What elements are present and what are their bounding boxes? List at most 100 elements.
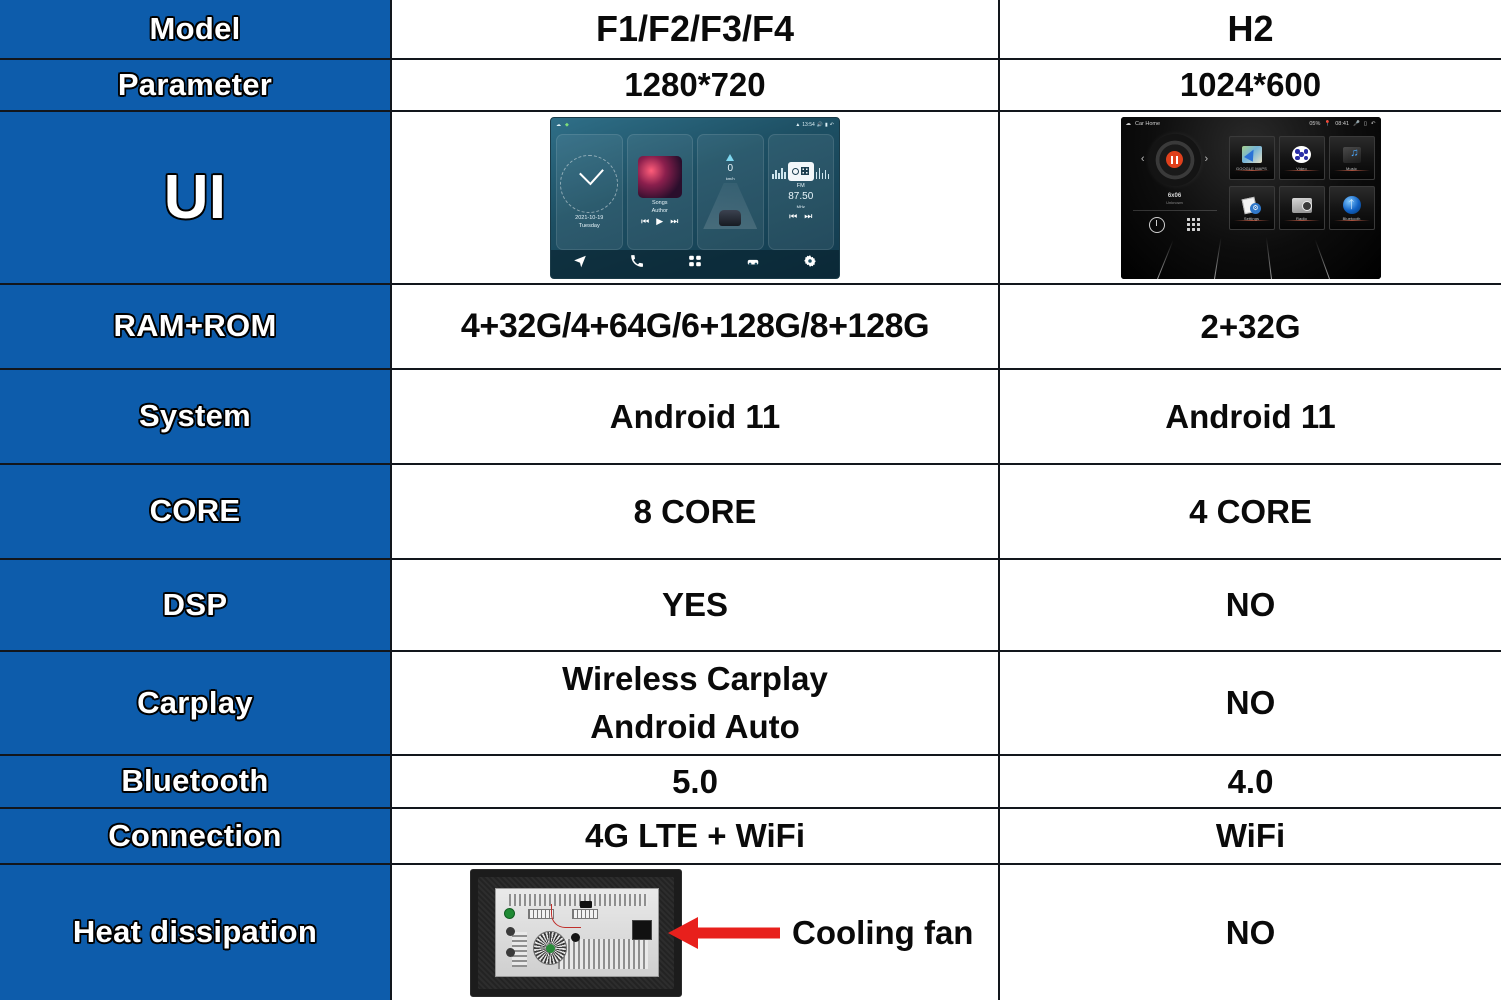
cell-carplay-f-series: Wireless Carplay Android Auto	[392, 652, 1000, 754]
row-label-ui: UI	[0, 112, 392, 283]
f-ui-clock-widget[interactable]: 2021-10-19 Tuesday	[556, 133, 623, 250]
direction-arrow-icon	[726, 154, 735, 161]
row-label-text: System	[138, 398, 252, 434]
h2-status-title: Car Home	[1135, 121, 1161, 127]
next-icon[interactable]: ⏭	[804, 211, 812, 222]
h2-app-music[interactable]: Music	[1328, 135, 1375, 180]
row-label-system: System	[0, 370, 392, 463]
app-sheen	[1283, 169, 1320, 171]
value-text: 1280*720	[624, 66, 766, 104]
back-icon[interactable]: ↶	[1371, 121, 1376, 127]
f-ui-dock[interactable]	[551, 249, 839, 278]
f-ui-widget-row: 2021-10-19 Tuesday Songs Author ⏮ ▶ ⏭ 0 …	[551, 132, 839, 250]
table-row-heat-dissipation: Heat dissipation Cooling fan NO	[0, 865, 1501, 1000]
h2-app-video[interactable]: Video	[1278, 135, 1325, 180]
h2-main-body: ‹ › 6x06 Unknown GOOGLE MAPS Video ♫ Mus…	[1121, 132, 1381, 233]
play-icon[interactable]: ▶	[656, 216, 663, 227]
cell-carplay-h2: NO	[1000, 652, 1501, 754]
media-disc-icon[interactable]	[1148, 133, 1201, 186]
prev-track-icon[interactable]: ‹	[1141, 154, 1145, 165]
radio-controls[interactable]: ⏮ ⏭	[789, 211, 812, 222]
cell-connection-h2: WiFi	[1000, 809, 1501, 863]
app-sheen	[1283, 220, 1320, 221]
row-label-bluetooth: Bluetooth	[0, 756, 392, 807]
row-label-text: Connection	[108, 817, 282, 853]
f-ui-radio-widget[interactable]: FM 87.50 MHz ⏮ ⏭	[767, 133, 834, 250]
music-controls[interactable]: ⏮ ▶ ⏭	[641, 216, 678, 227]
value-text: 4+32G/4+64G/6+128G/8+128G	[460, 306, 930, 345]
row-label-text: UI	[163, 162, 227, 232]
table-row-parameter: Parameter 1280*720 1024*600	[0, 60, 1501, 112]
f-ui-speed-widget[interactable]: 0 km/h	[697, 133, 764, 250]
video-icon	[1291, 145, 1313, 165]
cell-bluetooth-h2: 4.0	[1000, 756, 1501, 807]
table-row-core: CORE 8 CORE 4 CORE	[0, 465, 1501, 560]
next-icon[interactable]: ⏭	[670, 216, 678, 227]
dvr-icon[interactable]	[746, 254, 760, 273]
h2-app-grid[interactable]: GOOGLE MAPS Video ♫ Music ⚙ Settings Rad…	[1228, 134, 1375, 233]
equalizer-right-icon	[815, 163, 830, 179]
all-apps-icon[interactable]	[1186, 217, 1201, 232]
prev-icon[interactable]: ⏮	[641, 216, 649, 227]
spec-comparison-table: Model F1/F2/F3/F4 H2 Parameter 1280*720 …	[0, 0, 1501, 1000]
prev-icon[interactable]: ⏮	[789, 211, 797, 222]
value-text: Android 11	[1165, 397, 1336, 435]
h2-app-settings[interactable]: ⚙ Settings	[1228, 186, 1275, 230]
signal-icon: ▲	[795, 121, 801, 128]
next-track-icon[interactable]: ›	[1205, 154, 1209, 165]
h2-app-bluetooth[interactable]: ᛏ Bluetooth	[1328, 186, 1375, 230]
arrow-callout: Cooling fan	[668, 914, 973, 952]
equalizer-left-icon	[772, 163, 786, 179]
table-row-bluetooth: Bluetooth 5.0 4.0	[0, 756, 1501, 809]
cell-model-f-series: F1/F2/F3/F4	[392, 0, 1000, 58]
f-ui-status-right: ▲ 13:54 🔊 ▮ ↶	[795, 122, 834, 128]
microphone-icon[interactable]: 🎤	[1353, 121, 1360, 127]
f-ui-status-bar: ☁ ◆ ▲ 13:54 🔊 ▮ ↶	[551, 118, 839, 132]
cell-bluetooth-f-series: 5.0	[392, 756, 1000, 807]
clock-day: Tuesday	[578, 222, 600, 229]
h2-status-right: 05% 📍 08:41 🎤 ▯ ↶	[1309, 121, 1375, 127]
music-artist: Author	[651, 208, 668, 214]
speed-value: 0	[727, 163, 734, 174]
cloud-icon: ☁	[1125, 121, 1132, 127]
location-pin-icon: 📍	[1324, 121, 1332, 127]
cell-dsp-f-series: YES	[392, 560, 1000, 650]
value-text: F1/F2/F3/F4	[595, 7, 795, 49]
head-unit-rear-photo	[470, 868, 682, 997]
carplay-line-1: Wireless Carplay	[562, 660, 828, 698]
f-ui-music-widget[interactable]: Songs Author ⏮ ▶ ⏭	[626, 133, 693, 250]
volume-icon: 🔊	[816, 121, 824, 128]
phone-icon[interactable]	[630, 254, 644, 273]
row-label-text: Carplay	[137, 684, 253, 720]
settings-icon[interactable]	[803, 254, 817, 273]
map-icon	[1241, 145, 1263, 165]
recent-apps-icon[interactable]: ▯	[1364, 121, 1367, 127]
h2-status-bar: ☁ Car Home 05% 📍 08:41 🎤 ▯ ↶	[1121, 117, 1381, 132]
h2-app-map[interactable]: GOOGLE MAPS	[1228, 135, 1275, 180]
value-text: Android 11	[609, 397, 781, 435]
head-unit-chassis	[495, 887, 659, 977]
fan-wire	[551, 904, 582, 929]
leaf-icon: ◆	[565, 121, 569, 128]
table-row-ram-rom: RAM+ROM 4+32G/4+64G/6+128G/8+128G 2+32G	[0, 285, 1501, 370]
value-text: 8 CORE	[633, 492, 757, 530]
h2-app-radio[interactable]: Radio	[1278, 186, 1325, 230]
row-label-text: CORE	[149, 493, 241, 529]
speed-unit: km/h	[725, 176, 735, 181]
red-arrow-icon	[668, 916, 780, 949]
table-row-ui: UI ☁ ◆ ▲ 13:54 🔊 ▮ ↶ 2021-10-19 Tuesday …	[0, 112, 1501, 285]
settings-icon: ⚙	[1241, 195, 1263, 215]
car-icon	[719, 210, 742, 226]
navigation-icon[interactable]	[573, 254, 587, 273]
cell-core-f-series: 8 CORE	[392, 465, 1000, 558]
h2-bottom-buttons[interactable]	[1148, 216, 1201, 233]
power-icon[interactable]	[1148, 216, 1165, 233]
pause-icon[interactable]	[1166, 151, 1183, 168]
value-text-multiline: Wireless Carplay Android Auto	[562, 655, 828, 751]
cell-parameter-h2: 1024*600	[1000, 60, 1501, 110]
vent-bottom	[557, 938, 649, 969]
apps-icon[interactable]	[688, 254, 702, 273]
row-label-text: Heat dissipation	[72, 914, 318, 950]
rca-port-icon	[505, 947, 515, 957]
cell-system-h2: Android 11	[1000, 370, 1501, 463]
